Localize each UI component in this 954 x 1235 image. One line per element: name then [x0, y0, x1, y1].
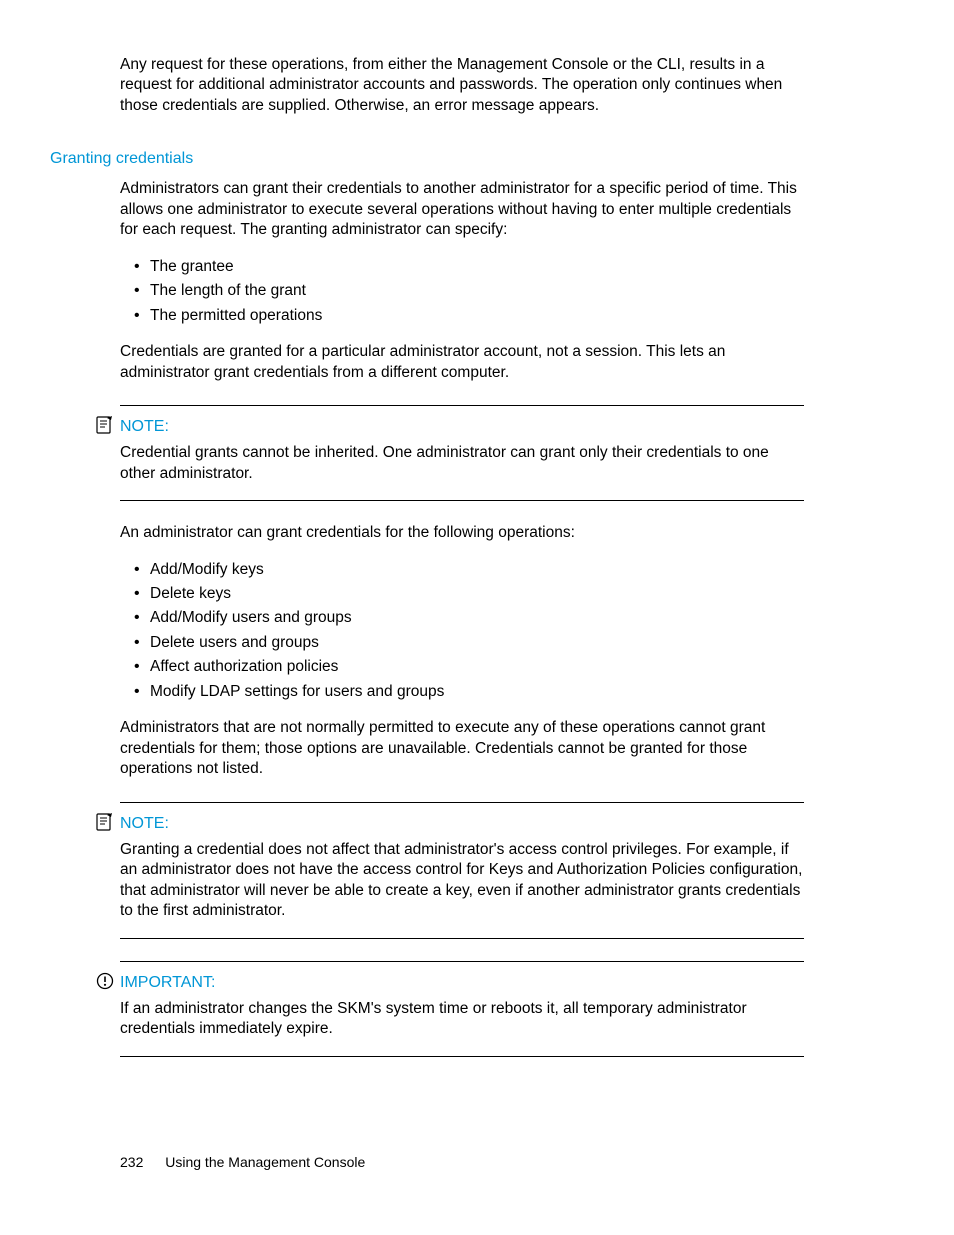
page: Any request for these operations, from e…: [0, 0, 954, 1235]
operations-para-2: Administrators that are not normally per…: [120, 718, 804, 779]
important-label: IMPORTANT:: [120, 972, 215, 993]
important-icon: [96, 972, 114, 990]
note-icon: [96, 813, 114, 831]
page-footer: 232 Using the Management Console: [120, 1153, 365, 1171]
list-item: Add/Modify keys: [150, 558, 804, 582]
list-item: The length of the grant: [150, 279, 804, 303]
list-item: Modify LDAP settings for users and group…: [150, 680, 804, 704]
note-body: Credential grants cannot be inherited. O…: [120, 443, 804, 484]
list-item: Affect authorization policies: [150, 655, 804, 679]
operations-intro: An administrator can grant credentials f…: [120, 523, 804, 543]
note-callout: NOTE: Credential grants cannot be inheri…: [120, 405, 804, 501]
note-body: Granting a credential does not affect th…: [120, 840, 804, 922]
section-para-1: Administrators can grant their credentia…: [120, 179, 804, 240]
intro-paragraph: Any request for these operations, from e…: [120, 55, 804, 116]
note-callout: NOTE: Granting a credential does not aff…: [120, 802, 804, 939]
operations-list: Add/Modify keys Delete keys Add/Modify u…: [120, 558, 804, 705]
page-number: 232: [120, 1154, 143, 1170]
note-label: NOTE:: [120, 813, 169, 834]
section-heading-granting-credentials: Granting credentials: [50, 148, 804, 169]
section-para-2: Credentials are granted for a particular…: [120, 342, 804, 383]
list-item: Add/Modify users and groups: [150, 606, 804, 630]
note-icon: [96, 416, 114, 434]
footer-title: Using the Management Console: [165, 1154, 365, 1170]
important-body: If an administrator changes the SKM's sy…: [120, 999, 804, 1040]
list-item: The permitted operations: [150, 304, 804, 328]
spec-list: The grantee The length of the grant The …: [120, 255, 804, 328]
list-item: Delete keys: [150, 582, 804, 606]
list-item: Delete users and groups: [150, 631, 804, 655]
note-label: NOTE:: [120, 416, 169, 437]
list-item: The grantee: [150, 255, 804, 279]
important-callout: IMPORTANT: If an administrator changes t…: [120, 961, 804, 1057]
